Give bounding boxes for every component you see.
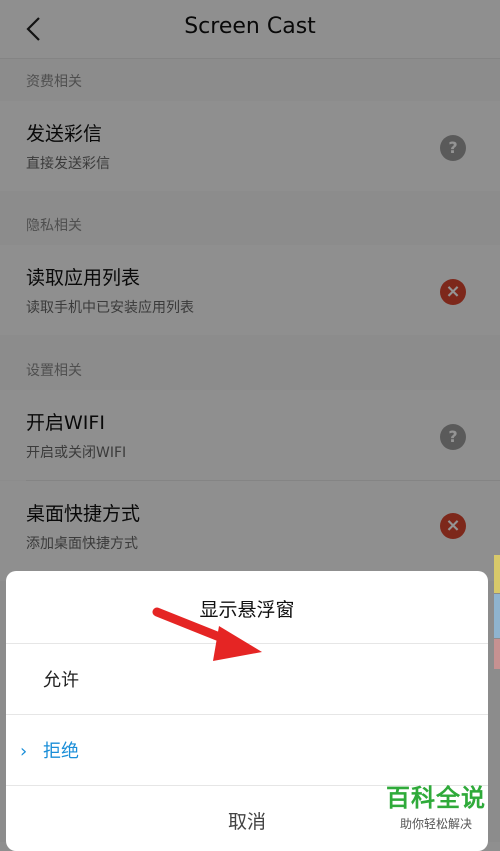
option-label: 拒绝: [43, 741, 79, 762]
option-label: 允许: [43, 670, 79, 691]
option-allow[interactable]: 允许: [6, 644, 488, 714]
edge-strip: [494, 639, 500, 669]
watermark-tagline: 助你轻松解决: [399, 817, 472, 831]
edge-strip: [494, 594, 500, 638]
option-deny[interactable]: › 拒绝: [6, 715, 488, 785]
watermark-brand: 百科全说: [386, 784, 486, 812]
dialog-title: 显示悬浮窗: [199, 599, 295, 621]
watermark: 百科全说 助你轻松解决: [386, 778, 486, 832]
edge-strip: [494, 555, 500, 593]
chevron-right-icon: ›: [20, 741, 28, 762]
